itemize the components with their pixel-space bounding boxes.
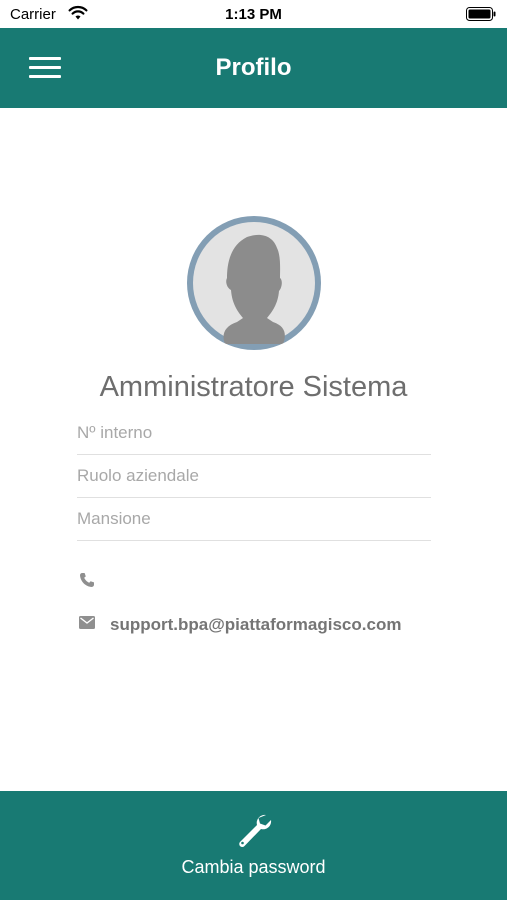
change-password-button[interactable]: Cambia password <box>0 791 507 900</box>
email-link[interactable]: support.bpa@piattaformagisco.com <box>110 615 401 635</box>
phone-icon <box>80 573 94 587</box>
user-silhouette-icon <box>193 222 315 344</box>
page-title: Profilo <box>215 54 292 81</box>
user-name: Amministratore Sistema <box>99 371 408 403</box>
wrench-icon <box>239 814 272 847</box>
nav-bar: Profilo <box>0 28 507 108</box>
clock: 1:13 PM <box>225 6 282 23</box>
job-title-field[interactable]: Mansione <box>77 498 431 541</box>
change-password-label: Cambia password <box>181 857 326 877</box>
email-icon <box>79 616 95 629</box>
status-bar: Carrier 1:13 PM <box>0 0 507 28</box>
avatar <box>187 216 321 350</box>
internal-number-field[interactable]: Nº interno <box>77 412 431 455</box>
company-role-field[interactable]: Ruolo aziendale <box>77 455 431 498</box>
battery-icon <box>466 7 496 21</box>
